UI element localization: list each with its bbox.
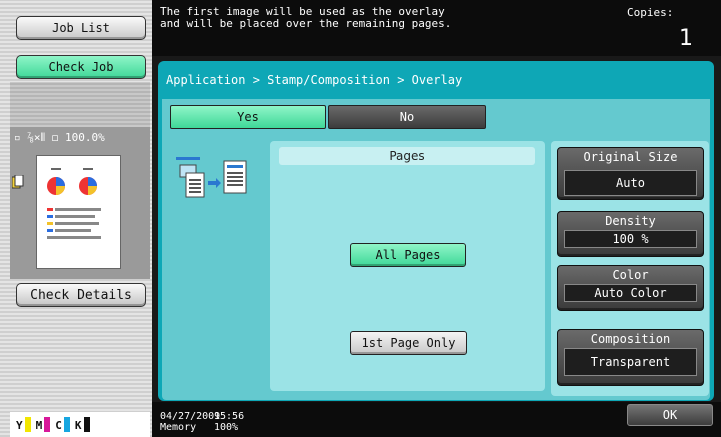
yes-button[interactable]: Yes xyxy=(170,105,326,129)
toner-magenta: M xyxy=(36,417,51,432)
original-size-button[interactable]: Original Size Auto xyxy=(557,147,704,200)
document-preview-icon xyxy=(47,168,101,239)
preview-info-text: ▫ ⅞×⫴ ◻ 100.0% xyxy=(14,131,105,144)
preview-info: ▫ ⅞×⫴ ◻ 100.0% xyxy=(14,131,105,145)
composition-value: Transparent xyxy=(564,348,697,376)
toner-bar xyxy=(83,417,90,432)
preview-thumbnail xyxy=(36,155,121,269)
overlay-screen: Application > Stamp/Composition > Overla… xyxy=(158,61,714,401)
check-details-button[interactable]: Check Details xyxy=(16,283,146,307)
left-sidebar: Job List Check Job ▫ ⅞×⫴ ◻ 100.0% Check … xyxy=(0,0,152,437)
check-job-button[interactable]: Check Job xyxy=(16,55,146,79)
job-list-button[interactable]: Job List xyxy=(16,16,146,40)
status-memory-label: Memory xyxy=(160,422,197,433)
color-button[interactable]: Color Auto Color xyxy=(557,265,704,311)
original-size-value: Auto xyxy=(564,170,697,196)
no-button[interactable]: No xyxy=(328,105,486,129)
copies-label: Copies: xyxy=(627,6,674,19)
message-text: The first image will be used as the over… xyxy=(160,5,452,30)
composition-button[interactable]: Composition Transparent xyxy=(557,329,704,386)
settings-panel: Original Size Auto Density 100 % Color A… xyxy=(551,141,709,396)
color-label: Color xyxy=(612,268,649,282)
stack-pages-icon xyxy=(12,175,24,189)
toner-label: M xyxy=(35,419,43,432)
preview-panel: ▫ ⅞×⫴ ◻ 100.0% xyxy=(10,127,150,279)
copies-value: 1 xyxy=(679,26,693,51)
status-date: 04/27/2009 xyxy=(160,411,221,422)
toner-yellow: Y xyxy=(16,417,31,432)
toner-black: K xyxy=(75,417,90,432)
status-memory-value: 100% xyxy=(214,422,239,433)
toner-label: C xyxy=(55,419,62,432)
toner-cyan: C xyxy=(55,417,70,432)
status-bar: 04/27/2009 15:56 Memory 100% OK xyxy=(152,402,721,437)
density-value: 100 % xyxy=(564,230,697,248)
ok-button[interactable]: OK xyxy=(627,404,713,426)
overlay-illustration-icon xyxy=(176,157,247,198)
pages-title: Pages xyxy=(279,147,535,165)
toner-bar xyxy=(24,417,31,432)
toner-label: Y xyxy=(16,419,23,432)
sidebar-spacer xyxy=(10,82,150,127)
main-panel: Application > Stamp/Composition > Overla… xyxy=(152,56,721,402)
toner-levels: Y M C K xyxy=(10,412,150,437)
toner-bar xyxy=(63,417,70,432)
content-area: Yes No Pages All Pages 1st Page Only Ori… xyxy=(162,99,710,400)
color-value: Auto Color xyxy=(564,284,697,302)
status-time: 15:56 xyxy=(214,411,245,422)
density-label: Density xyxy=(605,214,656,228)
original-size-label: Original Size xyxy=(583,150,678,164)
message-bar: The first image will be used as the over… xyxy=(152,0,721,56)
composition-label: Composition xyxy=(590,332,671,346)
first-page-only-button[interactable]: 1st Page Only xyxy=(350,331,467,355)
pages-panel: Pages All Pages 1st Page Only xyxy=(270,141,545,391)
toner-label: K xyxy=(74,419,82,432)
toner-bar xyxy=(44,417,51,432)
all-pages-button[interactable]: All Pages xyxy=(350,243,466,267)
density-button[interactable]: Density 100 % xyxy=(557,211,704,257)
breadcrumb: Application > Stamp/Composition > Overla… xyxy=(166,73,463,87)
